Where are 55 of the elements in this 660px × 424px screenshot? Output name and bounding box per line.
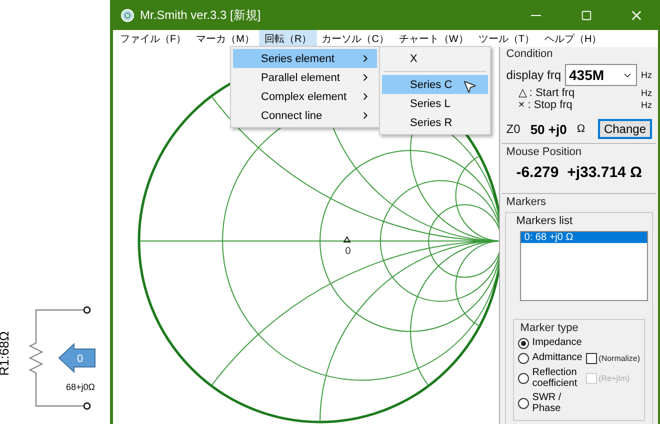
marker-label: 0 [344,246,350,256]
menu-item[interactable]: チャート（W） [394,30,474,47]
menu-option[interactable]: Series L [382,94,488,113]
app-logo-icon [121,8,134,22]
menu-item[interactable]: ヘルプ（H） [539,30,607,47]
menu-item[interactable]: 回転（R） [259,30,317,47]
radio-button[interactable] [518,338,530,349]
radio-button[interactable] [518,353,530,364]
field-label: △ : Start frq [518,86,575,99]
radio-option[interactable]: Reflection coefficient [518,368,584,389]
mouse-position-value: -6.279 +j33.714 Ω [515,163,644,183]
marker-triangle-icon [342,236,351,242]
unit-label: Ω [576,123,586,135]
menu-item[interactable]: カーソル（C） [316,30,394,47]
impedance-value: 50 +j0 [530,122,567,136]
group-title: Mouse Position [505,146,583,158]
group-title: Markers [505,196,548,208]
menu-option[interactable]: Series R [382,113,488,132]
group-title: Marker type [519,322,580,334]
radio-button[interactable] [518,398,530,409]
menu-option[interactable]: Series element [233,49,377,68]
mouse-pointer-icon [462,79,477,94]
maximize-icon [580,10,592,20]
port-arrow-icon [58,342,96,374]
radio-button[interactable] [518,373,530,384]
markers-list[interactable]: 0: 68 +j0 Ω [520,231,648,301]
menu-item[interactable]: ファイル（F） [115,30,192,47]
menu-option[interactable]: Complex element [233,87,377,106]
window-title: Mr.Smith ver.3.3 [新規] [140,6,262,24]
menu-option[interactable]: Series C [382,75,488,94]
field-label: × : Stop frq [518,99,572,111]
change-button[interactable]: Change [598,119,652,139]
checkbox[interactable] [586,353,597,364]
radio-option[interactable]: Admittance [518,353,584,364]
field-label: display frq [506,68,561,82]
checkbox-option[interactable]: (Normalize) [586,353,640,364]
unit-label: Hz [641,70,652,80]
unit-label: Hz [641,100,652,110]
resistor-label: R1:68Ω [0,331,12,376]
menu-item[interactable]: ツール（T） [473,30,540,47]
impedance-label: 68+j0Ω [66,382,95,392]
unit-label: Hz [641,88,652,98]
frequency-dropdown[interactable]: 435M [565,64,637,86]
field-label: Z0 [506,122,520,136]
minimize-icon [531,14,541,16]
list-label: Markers list [515,215,574,227]
radio-option[interactable]: SWR / Phase [518,393,584,414]
group-title: Condition [505,48,554,60]
radio-option[interactable]: Impedance [518,338,584,349]
menu-item[interactable]: マーカ（M） [191,30,260,47]
list-item[interactable]: 0: 68 +j0 Ω [521,232,647,243]
menu-option[interactable]: Connect line [233,106,377,125]
menu-option[interactable]: Parallel element [233,68,377,87]
menu-option[interactable]: X [382,49,488,68]
port-number: 0 [76,353,84,365]
